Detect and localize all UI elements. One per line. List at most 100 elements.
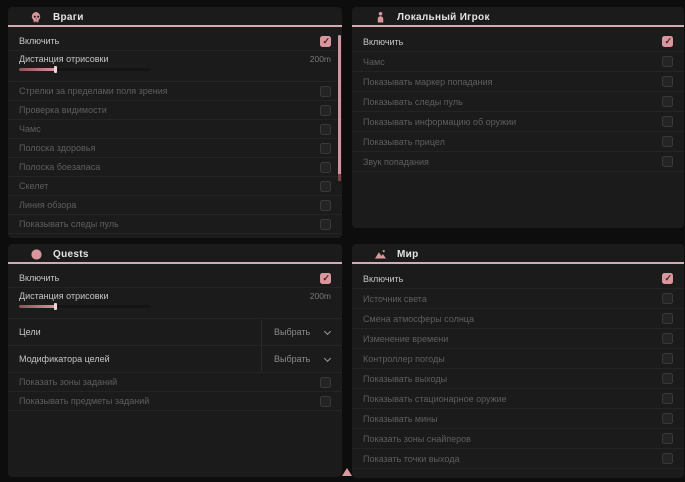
- checkbox[interactable]: [320, 181, 331, 192]
- select-dropdown[interactable]: Выбрать: [261, 346, 331, 372]
- enemies-row-3[interactable]: Проверка видимости: [8, 101, 342, 120]
- panel-header-enemies[interactable]: Враги: [8, 7, 342, 27]
- select-value: Выбрать: [274, 354, 310, 364]
- checkbox[interactable]: [320, 124, 331, 135]
- panel-enemies: Враги Включить Дистанция отрисовки 200m Стре…: [8, 7, 342, 238]
- local-player-row-6[interactable]: Звук попадания: [352, 152, 684, 172]
- local-player-row-1[interactable]: Чамс: [352, 52, 684, 72]
- local-player-row-2[interactable]: Показывать маркер попадания: [352, 72, 684, 92]
- slider-handle[interactable]: [54, 303, 57, 310]
- checkbox[interactable]: [320, 273, 331, 284]
- local-player-row-3[interactable]: Показывать следы пуль: [352, 92, 684, 112]
- enemies-row-6[interactable]: Полоска боезапаса: [8, 158, 342, 177]
- enemies-row-2[interactable]: Стрелки за пределами поля зрения: [8, 82, 342, 101]
- row-label: Стрелки за пределами поля зрения: [19, 86, 168, 96]
- local-player-row-0[interactable]: Включить: [352, 32, 684, 52]
- panel-header-world[interactable]: Мир: [352, 244, 684, 264]
- enemies-row-5[interactable]: Полоска здоровья: [8, 139, 342, 158]
- checkbox[interactable]: [320, 86, 331, 97]
- quests-row-1: Дистанция отрисовки200m: [8, 288, 342, 319]
- slider-value: 200m: [310, 54, 331, 64]
- chevron-down-icon: [324, 354, 331, 361]
- checkbox[interactable]: [662, 393, 673, 404]
- panel-body-world: ВключитьИсточник света Смена атмосферы со…: [352, 264, 684, 469]
- checkbox[interactable]: [662, 156, 673, 167]
- row-label: Показывать следы пуль: [19, 219, 119, 229]
- world-row-3[interactable]: Изменение времени: [352, 329, 684, 349]
- world-row-7[interactable]: Показывать мины: [352, 409, 684, 429]
- world-row-1[interactable]: Источник света: [352, 289, 684, 309]
- enemies-row-1: Дистанция отрисовки 200m: [8, 51, 342, 82]
- checkbox[interactable]: [662, 76, 673, 87]
- enemies-row-0[interactable]: Включить: [8, 32, 342, 51]
- mountain-icon: [374, 248, 387, 261]
- world-row-9[interactable]: Показать точки выхода: [352, 449, 684, 469]
- checkbox[interactable]: [320, 219, 331, 230]
- row-label: Смена атмосферы солнца: [363, 314, 474, 324]
- checkbox[interactable]: [662, 433, 673, 444]
- row-label: Показывать прицел: [363, 137, 445, 147]
- quests-row-4[interactable]: Показать зоны заданий: [8, 373, 342, 392]
- world-row-8[interactable]: Показать зоны снайперов: [352, 429, 684, 449]
- slider-fill: [19, 68, 56, 71]
- row-label: Контроллер погоды: [363, 354, 445, 364]
- panel-body-quests: ВключитьДистанция отрисовки200m Цели Выбра…: [8, 264, 342, 411]
- checkbox[interactable]: [320, 143, 331, 154]
- checkbox[interactable]: [320, 396, 331, 407]
- checkbox[interactable]: [662, 56, 673, 67]
- checkbox[interactable]: [320, 105, 331, 116]
- row-label: Включить: [19, 36, 59, 46]
- panel-header-quests[interactable]: Quests: [8, 244, 342, 264]
- row-label: Дистанция отрисовки: [19, 54, 109, 64]
- checkbox[interactable]: [662, 36, 673, 47]
- checkbox[interactable]: [662, 96, 673, 107]
- panel-quests: Quests ВключитьДистанция отрисовки200m Цел…: [8, 244, 342, 477]
- slider[interactable]: [19, 68, 151, 71]
- quest-icon: [30, 248, 43, 261]
- row-label: Звук попадания: [363, 157, 429, 167]
- checkbox[interactable]: [662, 293, 673, 304]
- world-row-6[interactable]: Показывать стационарное оружие: [352, 389, 684, 409]
- world-row-5[interactable]: Показывать выходы: [352, 369, 684, 389]
- checkbox[interactable]: [662, 333, 673, 344]
- checkbox[interactable]: [320, 200, 331, 211]
- slider[interactable]: [19, 305, 151, 308]
- checkbox[interactable]: [320, 377, 331, 388]
- checkbox[interactable]: [662, 136, 673, 147]
- row-label: Скелет: [19, 181, 48, 191]
- quests-row-5[interactable]: Показывать предметы заданий: [8, 392, 342, 411]
- slider-handle[interactable]: [54, 66, 57, 73]
- panel-header-local-player[interactable]: Локальный Игрок: [352, 7, 684, 27]
- quests-row-0[interactable]: Включить: [8, 269, 342, 288]
- row-label: Показать зоны снайперов: [363, 434, 471, 444]
- row-label: Полоска здоровья: [19, 143, 95, 153]
- row-label: Цели: [19, 327, 41, 337]
- local-player-row-5[interactable]: Показывать прицел: [352, 132, 684, 152]
- local-player-row-4[interactable]: Показывать информацию об оружии: [352, 112, 684, 132]
- select-dropdown[interactable]: Выбрать: [261, 319, 331, 345]
- slider-value: 200m: [310, 291, 331, 301]
- row-label: Полоска боезапаса: [19, 162, 100, 172]
- enemies-row-4[interactable]: Чамс: [8, 120, 342, 139]
- panel-local-player: Локальный Игрок Включить Чамс Показывать ма…: [352, 7, 684, 228]
- enemies-row-8[interactable]: Линия обзора: [8, 196, 342, 215]
- checkbox[interactable]: [662, 273, 673, 284]
- world-row-4[interactable]: Контроллер погоды: [352, 349, 684, 369]
- world-row-2[interactable]: Смена атмосферы солнца: [352, 309, 684, 329]
- row-label: Чамс: [363, 57, 385, 67]
- row-label: Показать зоны заданий: [19, 377, 117, 387]
- scrollbar-thumb[interactable]: [338, 35, 341, 181]
- enemies-row-9[interactable]: Показывать следы пуль: [8, 215, 342, 234]
- checkbox[interactable]: [662, 373, 673, 384]
- slider-fill: [19, 305, 56, 308]
- checkbox[interactable]: [662, 453, 673, 464]
- checkbox[interactable]: [320, 162, 331, 173]
- checkbox[interactable]: [662, 353, 673, 364]
- checkbox[interactable]: [662, 116, 673, 127]
- world-row-0[interactable]: Включить: [352, 269, 684, 289]
- checkbox[interactable]: [320, 36, 331, 47]
- enemies-row-7[interactable]: Скелет: [8, 177, 342, 196]
- checkbox[interactable]: [662, 313, 673, 324]
- checkbox[interactable]: [662, 413, 673, 424]
- panel-title: Локальный Игрок: [397, 12, 490, 23]
